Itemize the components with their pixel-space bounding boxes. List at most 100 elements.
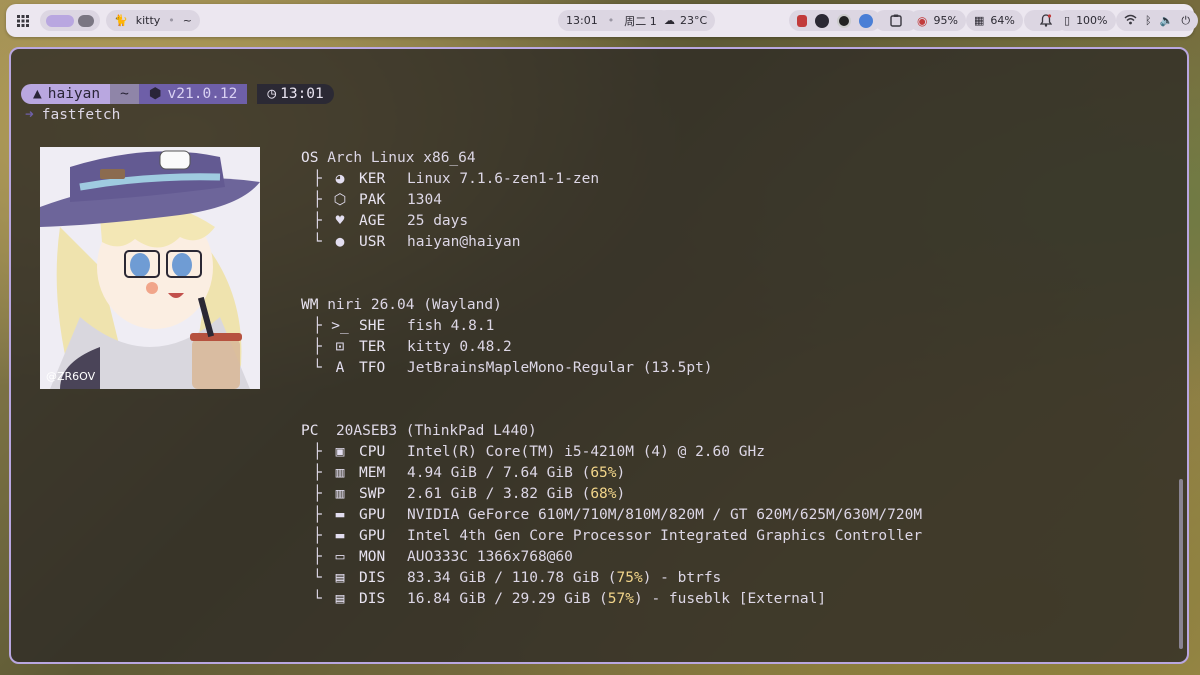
tree-branch: ├ xyxy=(313,443,322,460)
swap-icon: ▥ xyxy=(335,485,345,502)
apps-grid-icon[interactable] xyxy=(14,10,32,31)
info-value: Intel 4th Gen Core Processor Integrated … xyxy=(407,527,923,544)
tree-branch: ├ xyxy=(313,464,322,481)
info-label: CPU xyxy=(359,443,386,460)
wifi-icon[interactable] xyxy=(1124,14,1137,28)
workspace-2[interactable] xyxy=(78,14,94,27)
window-dir: ~ xyxy=(182,14,192,27)
info-row-disk-2: └ ▤ DIS 16.84 GiB / 29.29 GiB (57%) - fu… xyxy=(301,588,826,609)
info-value: Intel(R) Core(TM) i5-4210M (4) @ 2.60 GH… xyxy=(407,443,765,460)
info-label: GPU xyxy=(359,527,386,544)
clock-time: 13:01 xyxy=(566,14,598,27)
info-label: OS xyxy=(301,149,319,166)
info-label: TFO xyxy=(359,359,386,376)
tree-branch: ├ xyxy=(313,338,322,355)
tree-branch: ├ xyxy=(313,212,322,229)
info-value-tail: ) - fuseblk [External] xyxy=(634,590,827,607)
info-row-gpu-2: ├ ▬ GPU Intel 4th Gen Core Processor Int… xyxy=(301,525,922,546)
font-icon: A xyxy=(335,359,345,376)
cpu-icon: ◉ xyxy=(917,13,928,28)
info-value: 16.84 GiB / 29.29 GiB ( xyxy=(407,590,608,607)
cpu-widget[interactable]: ◉ 95% xyxy=(909,10,966,31)
memory-widget[interactable]: ▦ 64% xyxy=(966,10,1023,31)
info-row-gpu-1: ├ ▬ GPU NVIDIA GeForce 610M/710M/810M/82… xyxy=(301,504,922,525)
avatar-image: @ZR6OV xyxy=(40,147,260,389)
info-value-tail: ) xyxy=(616,464,626,481)
quick-settings[interactable]: ᛒ 🔈 ⏻ xyxy=(1116,10,1199,31)
weather-widget[interactable]: ☁ 23°C xyxy=(656,10,716,31)
workspace-1[interactable] xyxy=(46,14,74,27)
weather-temp: 23°C xyxy=(680,14,708,27)
obs-icon[interactable] xyxy=(837,13,851,28)
tree-branch: ├ xyxy=(313,317,322,334)
kitty-terminal-window[interactable]: ▲ haiyan ~ ⬢ v21.0.12 ◷ 13:01 ➜ fastfetc… xyxy=(9,47,1189,664)
shell-prompt: ▲ haiyan ~ ⬢ v21.0.12 ◷ 13:01 xyxy=(21,84,334,104)
info-row-pc: PC 20ASEB3 (ThinkPad L440) xyxy=(301,420,537,441)
info-row-monitor: ├ ▭ MON AUO333C 1366x768@60 xyxy=(301,546,573,567)
bluetooth-icon[interactable]: ᛒ xyxy=(1145,14,1152,27)
weather-icon: ☁ xyxy=(664,14,675,27)
memory-usage: 64% xyxy=(990,14,1015,27)
scrollbar[interactable] xyxy=(1179,479,1183,649)
separator-dot: • xyxy=(168,14,175,27)
tray-app-icon[interactable] xyxy=(797,14,807,27)
info-row-swap: ├ ▥ SWP 2.61 GiB / 3.82 GiB (68%) xyxy=(301,483,625,504)
info-value: 25 days xyxy=(407,212,469,229)
info-value-tail: ) - btrfs xyxy=(642,569,722,586)
info-row-disk-1: └ ▤ DIS 83.34 GiB / 110.78 GiB (75%) - b… xyxy=(301,567,721,588)
usage-percent: 75% xyxy=(616,569,643,586)
battery-widget[interactable]: ▯ 100% xyxy=(1056,10,1116,31)
info-row-font: └ A TFO JetBrainsMapleMono-Regular (13.5… xyxy=(301,357,713,378)
tree-branch: └ xyxy=(313,359,322,376)
info-row-cpu: ├ ▣ CPU Intel(R) Core(TM) i5-4210M (4) @… xyxy=(301,441,765,462)
info-label: KER xyxy=(359,170,386,187)
tree-branch: ├ xyxy=(313,170,322,187)
terminal-icon: ⊡ xyxy=(335,338,345,355)
info-label: GPU xyxy=(359,506,386,523)
info-value: 20ASEB3 (ThinkPad L440) xyxy=(335,422,537,439)
info-row-shell: ├ >_ SHE fish 4.8.1 xyxy=(301,315,494,336)
avatar-watermark: @ZR6OV xyxy=(46,370,96,383)
info-label: USR xyxy=(359,233,386,250)
tray-app-icon[interactable] xyxy=(815,13,829,28)
active-window[interactable]: 🐈 kitty • ~ xyxy=(106,10,200,31)
clock-widget[interactable]: 13:01 • 周二 11 xyxy=(558,10,672,31)
info-value: AUO333C 1366x768@60 xyxy=(407,548,573,565)
prompt-version: v21.0.12 xyxy=(167,86,238,102)
power-icon[interactable]: ⏻ xyxy=(1181,14,1190,28)
gpu-icon: ▬ xyxy=(335,527,345,544)
info-label: DIS xyxy=(359,569,386,586)
tree-branch: └ xyxy=(313,233,322,250)
info-row-age: ├ ♥ AGE 25 days xyxy=(301,210,468,231)
info-value: Linux 7.1.6-zen1-1-zen xyxy=(407,170,600,187)
info-label: AGE xyxy=(359,212,386,229)
info-value: Arch Linux x86_64 xyxy=(327,149,476,166)
tree-branch: ├ xyxy=(313,485,322,502)
volume-icon[interactable]: 🔈 xyxy=(1160,14,1174,27)
kitty-icon: 🐈 xyxy=(114,14,128,27)
prompt-arrow-icon: ➜ xyxy=(25,107,34,123)
info-value: 1304 xyxy=(407,191,442,208)
info-value-tail: ) xyxy=(616,485,626,502)
command-line: ➜ fastfetch xyxy=(25,107,120,123)
usage-percent: 57% xyxy=(607,590,634,607)
tree-branch: ├ xyxy=(313,506,322,523)
top-bar: 🐈 kitty • ~ 13:01 • 周二 11 ☁ 23°C ◉ 95% ▦… xyxy=(6,4,1199,37)
disk-icon: ▤ xyxy=(335,569,345,586)
info-value: niri 26.04 (Wayland) xyxy=(327,296,502,313)
info-value: JetBrainsMapleMono-Regular (13.5pt) xyxy=(407,359,713,376)
info-row-packages: ├ ⬡ PAK 1304 xyxy=(301,189,442,210)
gpu-icon: ▬ xyxy=(335,506,345,523)
cpu-usage: 95% xyxy=(933,14,958,27)
clock-icon: ◷ xyxy=(267,86,277,102)
prompt-time-segment: ◷ 13:01 xyxy=(257,84,334,104)
info-row-memory: ├ ▥ MEM 4.94 GiB / 7.64 GiB (65%) xyxy=(301,462,625,483)
info-label: PC xyxy=(301,422,319,439)
info-label: SHE xyxy=(359,317,386,334)
disk-icon: ▤ xyxy=(335,590,345,607)
tray-app-icon[interactable] xyxy=(859,13,873,28)
info-value: NVIDIA GeForce 610M/710M/810M/820M / GT … xyxy=(407,506,923,523)
battery-level: 100% xyxy=(1076,14,1108,27)
info-label: MON xyxy=(359,548,386,565)
cpu-icon: ▣ xyxy=(335,443,345,460)
